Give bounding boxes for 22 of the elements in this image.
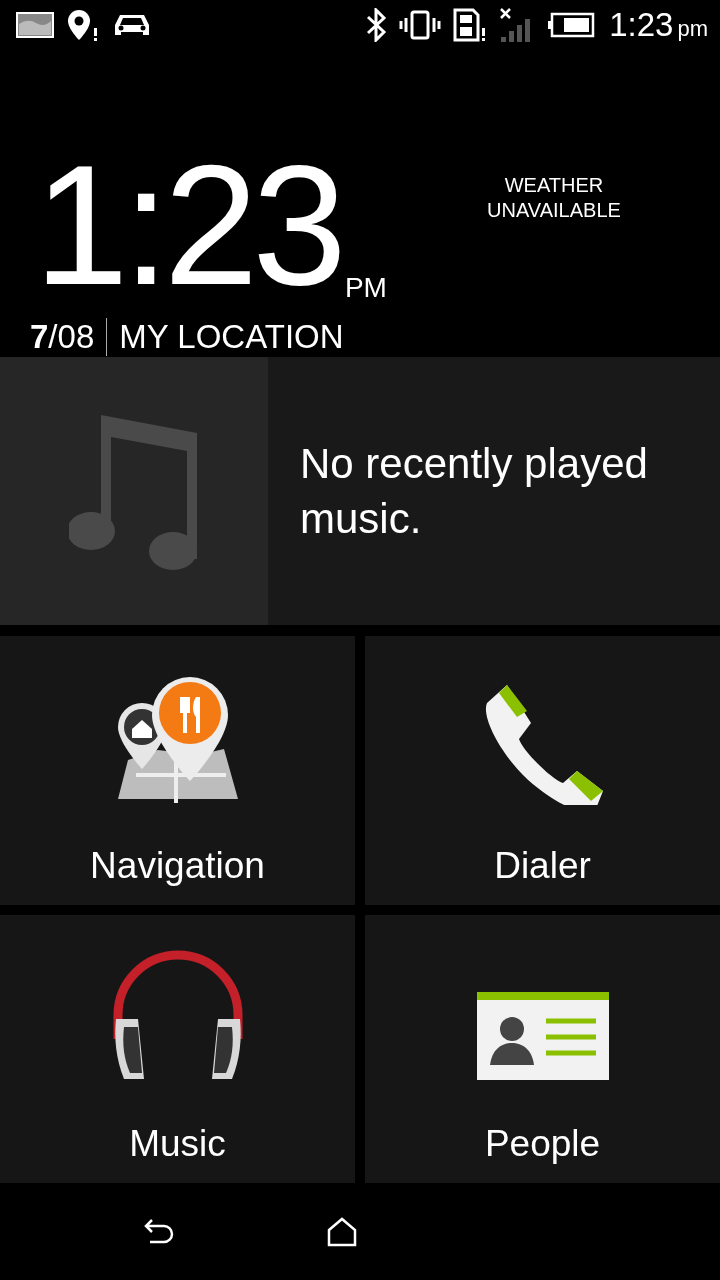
clock-date: 7/08 xyxy=(30,318,108,356)
music-card[interactable]: No recently played music. xyxy=(0,357,720,625)
clock-ampm: PM xyxy=(344,272,387,304)
location-label: MY LOCATION xyxy=(118,318,344,356)
bluetooth-icon xyxy=(365,8,388,42)
battery-icon xyxy=(547,12,596,38)
sim-card-icon xyxy=(453,8,488,42)
clock-time: 1:23 xyxy=(34,140,341,310)
vibrate-icon xyxy=(399,10,442,40)
app-tile[interactable]: Music xyxy=(0,915,355,1183)
home-icon[interactable] xyxy=(326,1215,358,1248)
location-pin-icon xyxy=(66,8,100,42)
app-tile[interactable]: People xyxy=(365,915,720,1183)
status-ampm: pm xyxy=(677,16,708,42)
status-time: 1:23 xyxy=(609,6,674,44)
app-tile[interactable]: Navigation xyxy=(0,636,355,905)
weather-status: WEATHER UNAVAILABLE xyxy=(486,173,622,223)
contact-card-icon xyxy=(475,991,610,1083)
music-status-message: No recently played music. xyxy=(299,439,649,544)
app-tile[interactable]: Dialer xyxy=(365,636,720,905)
image-icon xyxy=(16,12,54,38)
map-pins-icon xyxy=(115,675,240,805)
